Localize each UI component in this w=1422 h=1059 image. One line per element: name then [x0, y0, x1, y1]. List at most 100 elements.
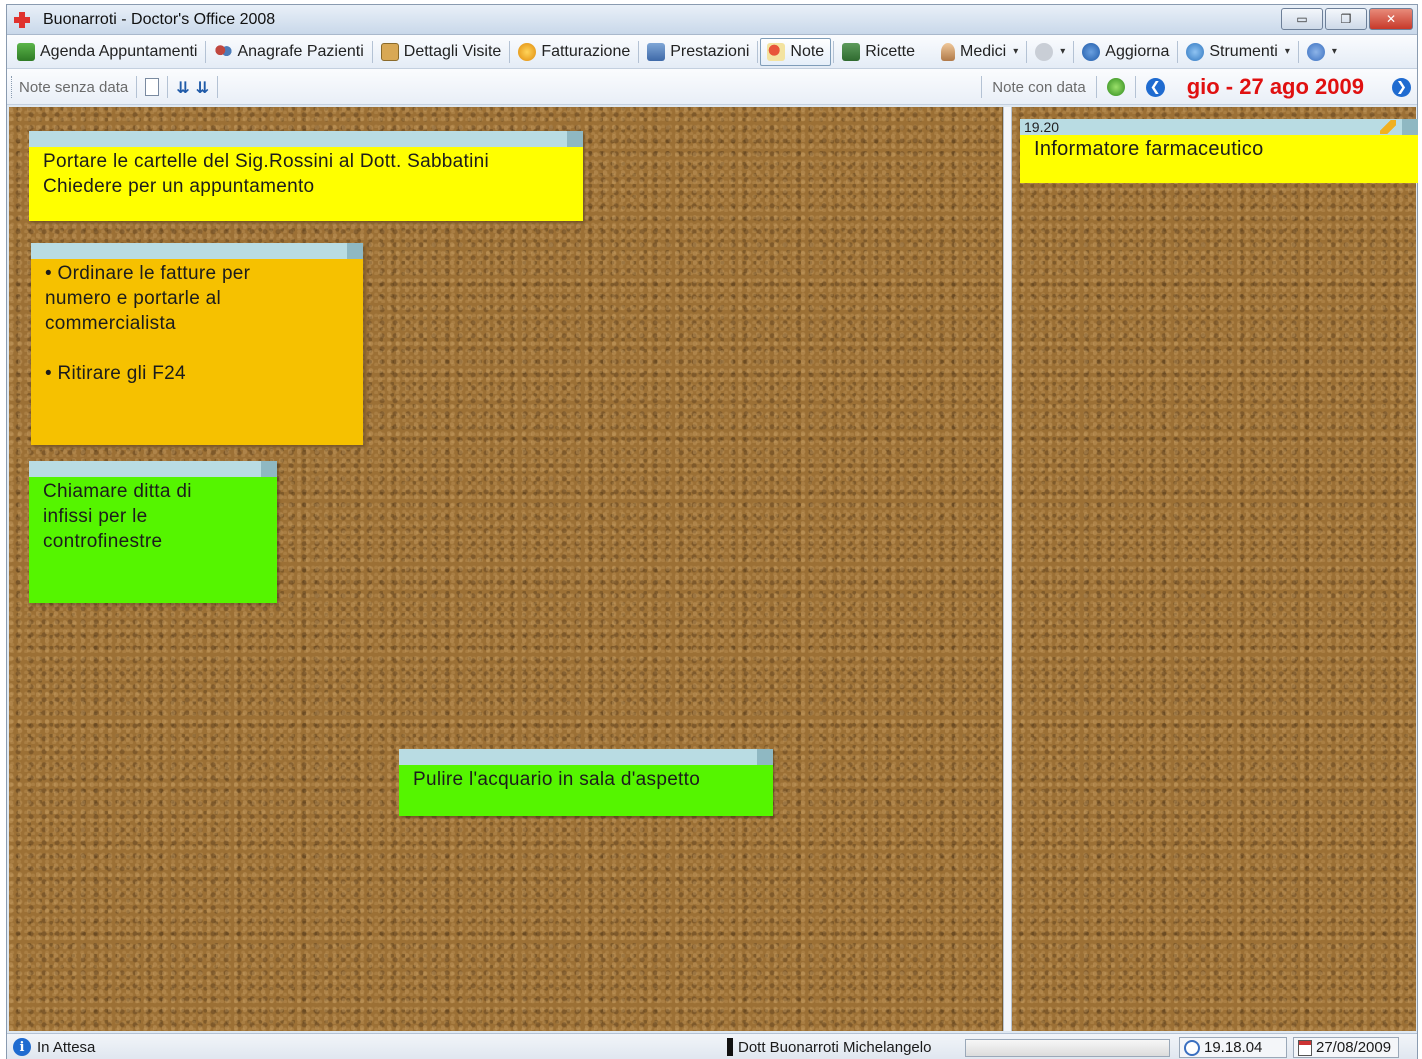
toolbar-label: Strumenti [1209, 42, 1278, 60]
toolbar-separator [205, 40, 207, 63]
toolbar-separator [1134, 76, 1136, 98]
prescriptions-icon [842, 42, 861, 61]
toolbar-note[interactable]: Note [760, 37, 832, 66]
note-line: controfinestre [43, 531, 163, 552]
sticky-note[interactable]: Portare le cartelle del Sig.Rossini al D… [29, 131, 583, 221]
note-drag-handle[interactable] [399, 749, 773, 765]
new-note-icon[interactable] [145, 78, 160, 96]
toolbar-separator [833, 40, 835, 63]
undated-notes-toolbar: Note senza data ⇊ ⇊ [11, 69, 220, 105]
refresh-icon [1082, 42, 1101, 61]
note-line: • Ordinare le fatture per [45, 263, 251, 284]
note-text: Chiamare ditta di infissi per le controf… [29, 477, 277, 556]
toolbar-agenda-appuntamenti[interactable]: Agenda Appuntamenti [11, 38, 203, 66]
sticky-note[interactable]: Pulire l'acquario in sala d'aspetto [399, 749, 773, 816]
minimize-button[interactable]: ▭ [1281, 8, 1323, 30]
toolbar-prestazioni[interactable]: Prestazioni [641, 38, 755, 66]
toolbar-ricette[interactable]: Ricette [836, 38, 921, 66]
toolbar-label: Ricette [865, 42, 915, 60]
toolbar-separator [1095, 76, 1097, 98]
window-controls: ▭ ❐ ✕ [1281, 8, 1413, 30]
toolbar-dettagli-visite[interactable]: Dettagli Visite [375, 38, 508, 66]
note-drag-handle[interactable] [29, 461, 277, 477]
note-line: Portare le cartelle del Sig.Rossini al D… [43, 151, 490, 172]
toolbar-label: Aggiorna [1105, 42, 1170, 60]
toolbar-separator [757, 40, 759, 63]
next-day-button[interactable]: ❯ [1392, 77, 1411, 97]
note-drag-handle[interactable] [31, 243, 363, 259]
chevron-down-icon: ▾ [1013, 46, 1019, 57]
toolbar-separator [167, 76, 169, 98]
toolbar-fatturazione[interactable]: Fatturazione [512, 38, 636, 66]
toolbar-strumenti[interactable]: Strumenti ▾ [1180, 38, 1296, 66]
toolbar-separator [1026, 40, 1028, 63]
edit-pencil-icon[interactable] [1380, 120, 1396, 134]
agenda-book-icon [17, 42, 35, 61]
toolbar-separator [1073, 40, 1075, 63]
sticky-note[interactable]: • Ordinare le fatture per numero e porta… [31, 243, 363, 445]
note-line: infissi per le [43, 506, 148, 527]
status-bar: i In Attesa Dott Buonarroti Michelangelo… [7, 1033, 1417, 1059]
toolbar-separator [217, 76, 219, 98]
undated-notes-label: Note senza data [19, 78, 129, 96]
toolbar-label: Medici [960, 42, 1007, 60]
toolbar-grip[interactable] [11, 76, 13, 98]
restore-button[interactable]: ❐ [1325, 8, 1367, 30]
chevron-down-icon: ▾ [1060, 46, 1066, 57]
status-info: i In Attesa [13, 1038, 95, 1056]
note-drag-handle[interactable] [29, 131, 583, 147]
toolbar-help[interactable]: ▾ [1301, 38, 1343, 66]
toolbar-disabled-dropdown[interactable]: ▾ [1029, 38, 1071, 66]
toolbar-aggiorna[interactable]: Aggiorna [1076, 38, 1175, 66]
time-value: 19.18.04 [1204, 1039, 1263, 1056]
date-value: 27/08/2009 [1316, 1039, 1392, 1056]
toolbar-separator [638, 40, 640, 63]
toolbar-separator [136, 76, 138, 98]
note-line: Chiedere per un appuntamento [43, 176, 315, 197]
sort-notes-icon[interactable]: ⇊ [176, 78, 189, 97]
toolbar-label: Prestazioni [670, 42, 750, 60]
note-line: numero e portarle al [45, 288, 222, 309]
dated-notes-toolbar: Note con data ❮ gio - 27 ago 2009 ❯ [979, 69, 1411, 105]
main-toolbar: Agenda Appuntamenti Anagrafe Pazienti De… [7, 35, 1417, 69]
note-line: Pulire l'acquario in sala d'aspetto [413, 769, 701, 790]
title-bar: Buonarroti - Doctor's Office 2008 ▭ ❐ ✕ [7, 5, 1417, 35]
note-line: • Ritirare gli F24 [45, 363, 186, 384]
clock-icon [1184, 1039, 1200, 1056]
calendar-icon [1298, 1039, 1312, 1056]
note-line: Chiamare ditta di [43, 481, 192, 502]
notes-toolbar: Note senza data ⇊ ⇊ Note con data ❮ gio … [7, 69, 1417, 105]
toolbar-label: Anagrafe Pazienti [237, 42, 364, 60]
toolbar-label: Dettagli Visite [403, 42, 502, 60]
disabled-tool-icon [1035, 42, 1054, 61]
doctor-icon [941, 42, 955, 61]
toolbar-medici[interactable]: Medici ▾ [935, 38, 1024, 66]
status-time: 19.18.04 [1179, 1037, 1287, 1058]
toolbar-separator [981, 76, 983, 98]
billing-coin-icon [518, 42, 537, 61]
sort-notes-desc-icon[interactable]: ⇊ [196, 78, 209, 97]
dated-sticky-note[interactable]: 19.20 Informatore farmaceutico [1020, 119, 1418, 183]
sticky-note[interactable]: Chiamare ditta di infissi per le controf… [29, 461, 277, 603]
note-line [45, 336, 349, 361]
close-button[interactable]: ✕ [1369, 8, 1413, 30]
board-splitter[interactable] [1003, 107, 1012, 1031]
current-date-label: gio - 27 ago 2009 [1186, 74, 1364, 99]
info-icon: i [13, 1038, 31, 1056]
add-dated-note-icon[interactable] [1106, 78, 1125, 96]
progress-bar [965, 1039, 1170, 1057]
toolbar-label: Agenda Appuntamenti [40, 42, 198, 60]
user-marker-icon [727, 1038, 733, 1056]
previous-day-button[interactable]: ❮ [1145, 77, 1165, 97]
toolbar-label: Fatturazione [541, 42, 631, 60]
app-window: Buonarroti - Doctor's Office 2008 ▭ ❐ ✕ … [6, 4, 1418, 1059]
note-text: Pulire l'acquario in sala d'aspetto [399, 765, 773, 794]
chevron-down-icon: ▾ [1331, 46, 1337, 57]
toolbar-anagrafe-pazienti[interactable]: Anagrafe Pazienti [208, 38, 369, 66]
note-text: • Ordinare le fatture per numero e porta… [31, 259, 363, 388]
chevron-down-icon: ▾ [1284, 46, 1290, 57]
undated-notes-board: Portare le cartelle del Sig.Rossini al D… [9, 107, 1003, 1031]
status-user: Dott Buonarroti Michelangelo [727, 1038, 931, 1056]
note-drag-handle[interactable]: 19.20 [1020, 119, 1418, 135]
status-date: 27/08/2009 [1293, 1037, 1399, 1058]
